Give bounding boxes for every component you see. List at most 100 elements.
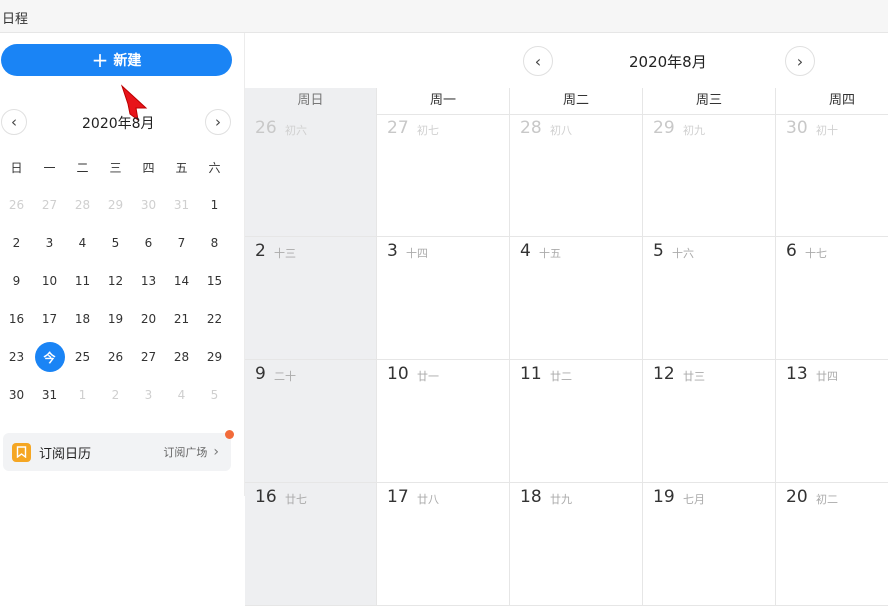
mini-day[interactable]: 4 — [66, 224, 99, 262]
day-cell[interactable]: 28 初八 — [510, 114, 643, 236]
day-cell[interactable]: 2 十三 — [245, 237, 377, 359]
day-number: 4 — [520, 241, 531, 261]
mini-day[interactable]: 29 — [99, 186, 132, 224]
day-cell[interactable]: 17 廿八 — [377, 483, 510, 605]
mini-day[interactable]: 8 — [198, 224, 231, 262]
title-bar: 日程 — [0, 0, 888, 33]
mini-day[interactable]: 22 — [198, 300, 231, 338]
mini-day[interactable]: 15 — [198, 262, 231, 300]
mini-day[interactable]: 13 — [132, 262, 165, 300]
mini-day[interactable]: 7 — [165, 224, 198, 262]
mini-day[interactable]: 14 — [165, 262, 198, 300]
day-number: 30 — [786, 118, 808, 138]
mini-day-number: 6 — [144, 236, 153, 250]
mini-day-number: 23 — [8, 350, 25, 364]
mini-day[interactable]: 28 — [165, 338, 198, 376]
mini-day[interactable]: 21 — [165, 300, 198, 338]
mini-day[interactable]: 25 — [66, 338, 99, 376]
mini-day[interactable]: 30 — [0, 376, 33, 414]
mini-day[interactable]: 31 — [165, 186, 198, 224]
day-cell[interactable]: 30 初十 — [776, 114, 888, 236]
day-cell[interactable]: 20 初二 — [776, 483, 888, 605]
mini-day[interactable]: 2 — [99, 376, 132, 414]
mini-day[interactable]: 9 — [0, 262, 33, 300]
day-cell[interactable]: 9 二十 — [245, 360, 377, 482]
day-number: 16 — [255, 487, 277, 507]
day-cell[interactable]: 11 廿二 — [510, 360, 643, 482]
prev-month-button[interactable]: ‹ — [523, 46, 553, 76]
day-cell[interactable]: 26 初六 — [245, 114, 377, 236]
week-row: 9 二十 10 廿一 11 廿二 12 廿三 13 廿四 — [245, 360, 888, 483]
mini-day[interactable]: 12 — [99, 262, 132, 300]
mini-day[interactable]: 6 — [132, 224, 165, 262]
bookmark-icon — [12, 442, 31, 462]
mini-day-number: 27 — [140, 350, 157, 364]
mini-day[interactable]: 1 — [66, 376, 99, 414]
day-cell[interactable]: 19 七月 — [643, 483, 776, 605]
lunar-date: 初八 — [550, 124, 572, 137]
mini-day-number: 3 — [45, 236, 54, 250]
day-cell[interactable]: 13 廿四 — [776, 360, 888, 482]
lunar-date: 十五 — [539, 247, 561, 260]
mini-day[interactable]: 26 — [0, 186, 33, 224]
mini-day[interactable]: 28 — [66, 186, 99, 224]
day-cell[interactable]: 4 十五 — [510, 237, 643, 359]
mini-day[interactable]: 3 — [33, 224, 66, 262]
mini-day[interactable]: 30 — [132, 186, 165, 224]
mini-day[interactable]: 4 — [165, 376, 198, 414]
day-cell[interactable]: 27 初七 — [377, 114, 510, 236]
mini-day[interactable]: 31 — [33, 376, 66, 414]
mini-day[interactable]: 16 — [0, 300, 33, 338]
mini-weekday-label: 六 — [208, 161, 221, 175]
lunar-date: 二十 — [274, 370, 296, 383]
mini-day-number: 27 — [41, 198, 58, 212]
day-cell[interactable]: 29 初九 — [643, 114, 776, 236]
mini-day[interactable]: 2 — [0, 224, 33, 262]
mini-day[interactable]: 17 — [33, 300, 66, 338]
day-cell[interactable]: 10 廿一 — [377, 360, 510, 482]
mini-day[interactable]: 29 — [198, 338, 231, 376]
mini-day[interactable]: 27 — [33, 186, 66, 224]
weekday-label: 周三 — [643, 88, 776, 114]
day-cell[interactable]: 6 十七 — [776, 237, 888, 359]
day-number: 28 — [520, 118, 542, 138]
mini-day[interactable]: 1 — [198, 186, 231, 224]
mini-prev-month-button[interactable]: ‹ — [1, 109, 27, 135]
mini-day[interactable]: 18 — [66, 300, 99, 338]
mini-day-number: 8 — [210, 236, 219, 250]
month-title: 2020年8月 — [629, 53, 707, 71]
mini-day[interactable]: 5 — [99, 224, 132, 262]
mini-day[interactable]: 19 — [99, 300, 132, 338]
day-cell[interactable]: 16 廿七 — [245, 483, 377, 605]
mini-day[interactable]: 10 — [33, 262, 66, 300]
plus-icon: + — [91, 48, 109, 72]
day-cell[interactable]: 18 廿九 — [510, 483, 643, 605]
mini-weekday-label: 日 — [10, 161, 23, 175]
day-cell[interactable]: 12 廿三 — [643, 360, 776, 482]
lunar-date: 廿八 — [417, 493, 439, 506]
mini-day-number: 31 — [173, 198, 190, 212]
lunar-date: 初七 — [417, 124, 439, 137]
mini-day-number: 今 — [34, 342, 65, 372]
subscribe-square-link[interactable]: 订阅广场 › — [163, 444, 219, 460]
mini-day-number: 2 — [12, 236, 21, 250]
mini-day[interactable]: 11 — [66, 262, 99, 300]
mini-day[interactable]: 5 — [198, 376, 231, 414]
chevron-left-icon: ‹ — [11, 113, 17, 131]
mini-day[interactable]: 26 — [99, 338, 132, 376]
mini-day[interactable]: 20 — [132, 300, 165, 338]
mini-next-month-button[interactable]: › — [205, 109, 231, 135]
mini-day-number: 7 — [177, 236, 186, 250]
mini-day[interactable]: 3 — [132, 376, 165, 414]
day-cell[interactable]: 5 十六 — [643, 237, 776, 359]
mini-day-number: 5 — [210, 388, 219, 402]
subscribe-calendar-bar[interactable]: 订阅日历 订阅广场 › — [3, 430, 234, 471]
day-number: 18 — [520, 487, 542, 507]
mini-day[interactable]: 23 — [0, 338, 33, 376]
next-month-button[interactable]: › — [785, 46, 815, 76]
mini-day[interactable]: 27 — [132, 338, 165, 376]
day-cell[interactable]: 3 十四 — [377, 237, 510, 359]
chevron-left-icon: ‹ — [534, 51, 542, 71]
mini-day-today[interactable]: 今 — [33, 338, 66, 376]
new-event-button[interactable]: + 新建 — [1, 44, 232, 76]
